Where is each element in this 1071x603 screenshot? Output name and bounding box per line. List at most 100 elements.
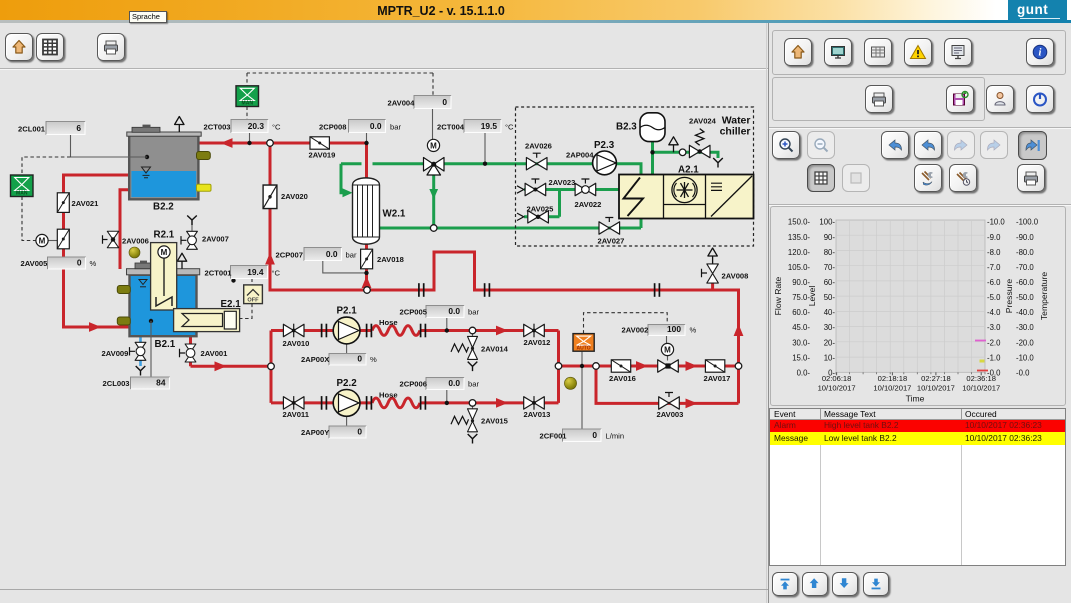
svg-text:A2.1: A2.1 [678,165,699,176]
svg-text:2AV009: 2AV009 [102,349,129,358]
svg-text:40-: 40- [824,308,836,317]
svg-text:10-: 10- [824,353,836,362]
svg-text:P2.3: P2.3 [594,140,615,151]
svg-text:0: 0 [357,354,362,364]
svg-text:2AV021: 2AV021 [72,199,100,208]
svg-text:0.0-: 0.0- [797,368,811,377]
svg-text:Hose: Hose [379,318,398,327]
svg-text:2CP007: 2CP007 [276,250,303,259]
svg-text:Temperature: Temperature [1039,272,1049,320]
svg-text:2AP00X: 2AP00X [301,355,329,364]
svg-text:100: 100 [667,324,681,334]
svg-text:2CT004: 2CT004 [437,122,465,131]
svg-text:B2.3: B2.3 [616,122,637,133]
svg-text:-0.0: -0.0 [1016,368,1030,377]
svg-text:-60.0: -60.0 [1016,278,1034,287]
svg-text:°C: °C [272,268,281,277]
svg-text:90-: 90- [824,233,836,242]
svg-text:-40.0: -40.0 [1016,308,1034,317]
svg-text:MAN: MAN [16,191,28,197]
svg-text:Flow Rate: Flow Rate [773,276,783,315]
svg-text:P2.1: P2.1 [337,306,358,317]
svg-text:2AV027: 2AV027 [598,237,625,246]
svg-text:50-: 50- [824,293,836,302]
svg-text:02:06:18: 02:06:18 [822,374,852,383]
svg-text:10/10/2017: 10/10/2017 [873,384,911,393]
svg-text:bar: bar [390,122,401,131]
svg-text:MAN: MAN [242,101,254,107]
svg-text:2AV026: 2AV026 [525,142,552,151]
svg-text:2AV011: 2AV011 [283,410,310,419]
svg-text:2AV016: 2AV016 [609,374,636,383]
svg-text:6: 6 [76,123,81,133]
svg-text:20-: 20- [824,338,836,347]
svg-text:2AV020: 2AV020 [281,192,308,201]
svg-text:0.0: 0.0 [448,306,460,316]
svg-text:bar: bar [346,250,357,259]
svg-text:-20.0: -20.0 [1016,338,1034,347]
svg-text:-10.0: -10.0 [987,218,1005,227]
svg-text:2AV012: 2AV012 [524,338,551,347]
svg-text:-1.0: -1.0 [987,353,1001,362]
svg-text:2AV023: 2AV023 [549,178,576,187]
svg-text:2CL001: 2CL001 [18,124,46,133]
svg-text:2CT003: 2CT003 [204,122,231,131]
svg-text:2AP00Y: 2AP00Y [301,428,329,437]
svg-text:-6.0: -6.0 [987,278,1001,287]
svg-text:150.0-: 150.0- [788,218,811,227]
svg-text:2CL003: 2CL003 [103,379,130,388]
svg-text:70-: 70- [824,263,836,272]
svg-text:L/min: L/min [606,431,625,440]
svg-text:2AP004: 2AP004 [566,151,594,160]
svg-text:19.4: 19.4 [247,267,264,277]
svg-text:AUTO: AUTO [577,345,591,351]
svg-text:-7.0: -7.0 [987,263,1001,272]
svg-text:P2.2: P2.2 [337,378,358,389]
svg-text:-70.0: -70.0 [1016,263,1034,272]
svg-text:%: % [370,355,377,364]
svg-text:2AV019: 2AV019 [309,151,336,160]
svg-text:R2.1: R2.1 [154,230,175,241]
svg-text:0.0: 0.0 [326,249,338,259]
svg-text:%: % [90,259,97,268]
svg-text:90.0-: 90.0- [792,278,810,287]
svg-text:B2.1: B2.1 [155,339,176,350]
svg-text:Level: Level [807,286,817,307]
svg-text:0: 0 [77,258,82,268]
svg-text:bar: bar [468,307,479,316]
svg-text:2AV006: 2AV006 [122,237,149,246]
svg-text:2AV022: 2AV022 [575,200,602,209]
svg-text:-30.0: -30.0 [1016,323,1034,332]
svg-text:2CF001: 2CF001 [540,431,568,440]
svg-text:B2.2: B2.2 [153,202,174,213]
svg-text:-50.0: -50.0 [1016,293,1034,302]
svg-text:E2.1: E2.1 [221,299,242,310]
svg-text:2AV010: 2AV010 [283,339,310,348]
svg-text:19.5: 19.5 [481,121,498,131]
svg-text:2AV025: 2AV025 [527,205,555,214]
svg-text:-10.0: -10.0 [1016,353,1034,362]
svg-text:-90.0: -90.0 [1016,233,1034,242]
svg-text:10/10/2017: 10/10/2017 [818,384,856,393]
svg-text:2CP008: 2CP008 [319,122,346,131]
svg-text:°C: °C [505,122,514,131]
svg-text:°C: °C [272,122,281,131]
svg-text:0: 0 [442,97,447,107]
svg-text:-4.0: -4.0 [987,308,1001,317]
svg-text:2AV018: 2AV018 [377,255,404,264]
svg-text:OFF: OFF [247,298,259,304]
svg-text:10/10/2017: 10/10/2017 [917,384,955,393]
svg-text:2AV001: 2AV001 [201,349,229,358]
svg-text:-5.0: -5.0 [987,293,1001,302]
svg-text:84: 84 [156,378,166,388]
svg-text:60.0-: 60.0- [792,308,810,317]
svg-text:2AV003: 2AV003 [657,410,684,419]
svg-text:Pressure: Pressure [1004,279,1014,314]
svg-text:30.0-: 30.0- [792,338,810,347]
svg-text:-80.0: -80.0 [1016,248,1034,257]
svg-text:2CP006: 2CP006 [400,379,427,388]
svg-text:i: i [1039,48,1042,59]
svg-text:-8.0: -8.0 [987,248,1001,257]
svg-text:80-: 80- [824,248,836,257]
svg-text:0.0: 0.0 [448,378,460,388]
